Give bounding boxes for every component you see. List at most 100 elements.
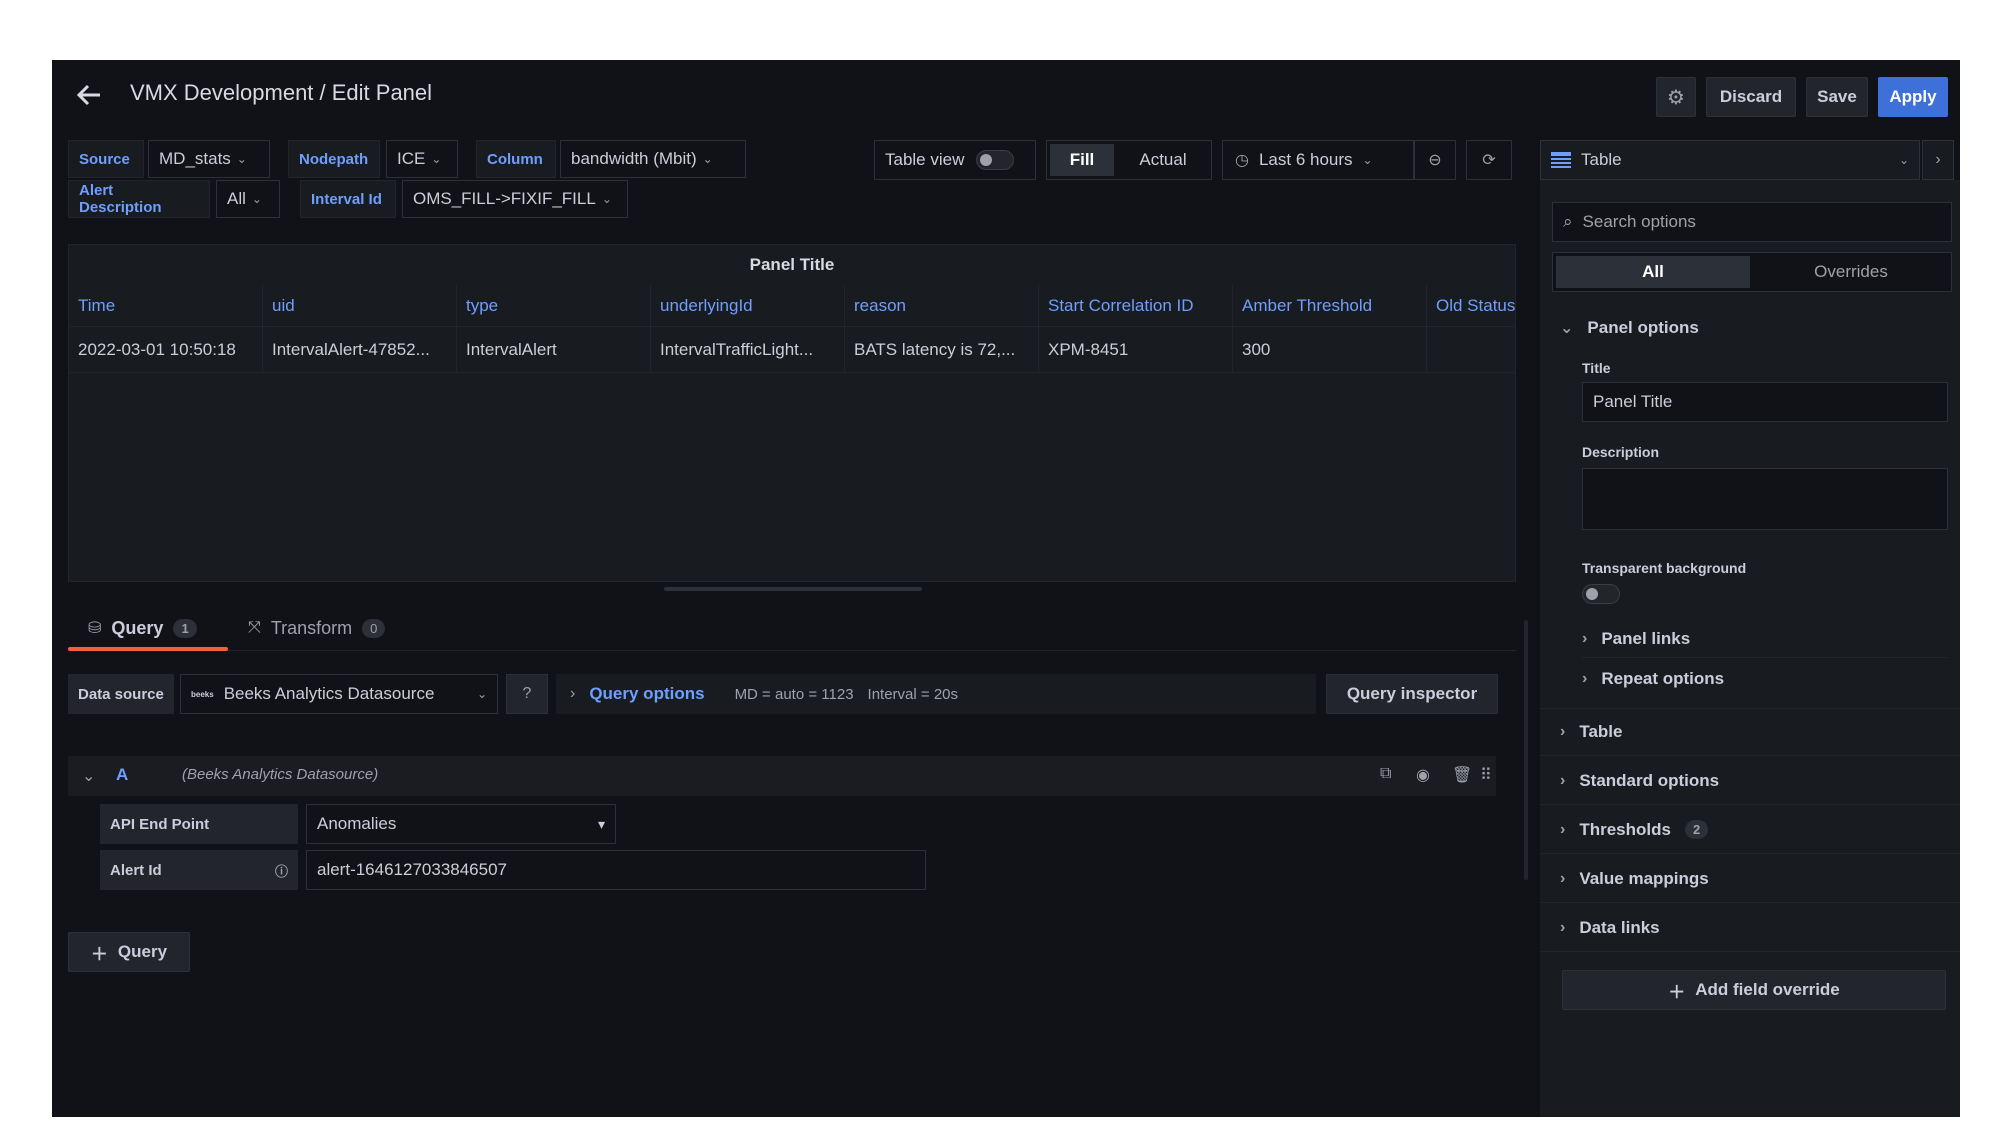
variable-select-source[interactable]: MD_stats ⌄ (148, 140, 270, 178)
variable-select-column[interactable]: bandwidth (Mbit) ⌄ (560, 140, 746, 178)
collapse-options-button[interactable]: › (1922, 140, 1954, 180)
beeks-logo-icon: beeks (191, 689, 214, 699)
back-arrow-icon[interactable] (74, 80, 104, 110)
trash-icon[interactable]: 🗑 (1452, 765, 1472, 785)
title-label: Title (1582, 360, 1611, 376)
visualization-picker[interactable]: Table ⌄ (1540, 140, 1920, 180)
chevron-right-icon: › (1582, 629, 1588, 647)
alert-id-input[interactable]: alert-1646127033846507 (306, 850, 926, 890)
actual-option[interactable]: Actual (1118, 144, 1208, 176)
zoom-out-icon: ⊖ (1428, 152, 1442, 169)
fill-option[interactable]: Fill (1050, 144, 1114, 176)
select-value: bandwidth (Mbit) (571, 149, 697, 168)
tab-label: Query (111, 617, 164, 638)
question-circle-icon: ? (522, 685, 532, 702)
table-cell: IntervalAlert (457, 327, 651, 372)
select-value: ICE (397, 149, 426, 168)
tabs-divider (68, 650, 1516, 651)
discard-button[interactable]: Discard (1706, 77, 1796, 117)
query-options-bar[interactable]: › Query options MD = auto = 1123 Interva… (556, 674, 1316, 714)
refresh-button[interactable]: ⟳ (1466, 140, 1512, 180)
apply-button[interactable]: Apply (1878, 77, 1948, 117)
table-cell: 300 (1233, 327, 1427, 372)
category-title: Panel links (1601, 628, 1691, 648)
column-header[interactable]: Start Correlation ID (1039, 285, 1233, 326)
tab-label: Transform (270, 617, 353, 638)
panel-title: Panel Title (749, 255, 835, 274)
table-cell: IntervalAlert-47852... (263, 327, 457, 372)
drag-handle-icon[interactable]: ⠿ (1480, 765, 1492, 785)
datasource-picker[interactable]: beeks Beeks Analytics Datasource ⌄ (180, 674, 498, 714)
toggle-switch[interactable] (976, 150, 1015, 170)
query-datasource-note: (Beeks Analytics Datasource) (182, 766, 379, 783)
gear-icon: ⚙ (1667, 86, 1685, 109)
section-standard-options[interactable]: › Standard options (1540, 757, 1960, 805)
tab-transform[interactable]: ⤧ Transform 0 (248, 608, 386, 648)
resize-handle[interactable] (664, 587, 922, 591)
panel-title-input[interactable]: Panel Title (1582, 382, 1948, 422)
variable-label-interval-id: Interval Id (300, 180, 396, 218)
table-row[interactable]: 2022-03-01 10:50:18 IntervalAlert-47852..… (69, 327, 1515, 373)
variable-select-interval-id[interactable]: OMS_FILL->FIXIF_FILL ⌄ (402, 180, 628, 218)
table-cell: IntervalTrafficLight... (651, 327, 845, 372)
table-view-toggle[interactable]: Table view (874, 140, 1036, 180)
column-header[interactable]: Amber Threshold (1233, 285, 1427, 326)
column-header[interactable]: type (457, 285, 651, 326)
section-panel-options[interactable]: ⌄ Panel options (1540, 304, 1960, 352)
info-icon[interactable]: ⓘ (275, 861, 288, 880)
description-textarea[interactable] (1582, 468, 1948, 530)
tab-query[interactable]: ⛁ Query 1 (88, 608, 197, 648)
chevron-right-icon: › (570, 685, 576, 702)
section-title: Value mappings (1579, 868, 1709, 888)
save-button[interactable]: Save (1806, 77, 1868, 117)
table-cell (1427, 327, 1515, 372)
column-header[interactable]: Old Status (1427, 285, 1515, 326)
eye-icon[interactable]: ◉ (1416, 765, 1430, 785)
search-icon: ⌕ (1563, 212, 1573, 231)
tab-all[interactable]: All (1556, 256, 1750, 288)
column-header[interactable]: uid (263, 285, 457, 326)
transparent-toggle[interactable] (1582, 584, 1620, 604)
transform-icon: ⤧ (248, 619, 261, 636)
search-options-input[interactable]: ⌕ Search options (1552, 202, 1952, 242)
chevron-down-icon: ⌄ (1362, 153, 1373, 167)
duplicate-icon[interactable]: ⧉ (1380, 765, 1391, 783)
search-placeholder: Search options (1582, 212, 1696, 231)
chevron-down-icon: ⌄ (251, 192, 262, 206)
tab-overrides[interactable]: Overrides (1754, 256, 1948, 288)
variable-select-alert-description[interactable]: All ⌄ (216, 180, 280, 218)
column-header[interactable]: reason (845, 285, 1039, 326)
repeat-options-category[interactable]: › Repeat options (1582, 660, 1948, 698)
alert-id-label: Alert Id (110, 861, 162, 879)
column-header[interactable]: underlyingId (651, 285, 845, 326)
variable-select-nodepath[interactable]: ICE ⌄ (386, 140, 458, 178)
chevron-down-icon: ⌄ (1898, 153, 1909, 167)
query-options-toggle[interactable]: Query options (589, 684, 704, 704)
add-field-override-button[interactable]: ＋ Add field override (1562, 970, 1946, 1010)
zoom-out-button[interactable]: ⊖ (1414, 140, 1456, 180)
add-query-button[interactable]: ＋ Query (68, 932, 190, 972)
time-range-value: Last 6 hours (1258, 150, 1353, 169)
add-query-label: Query (117, 942, 168, 961)
database-icon: ⛁ (88, 620, 102, 637)
chevron-down-icon: ⌄ (601, 192, 612, 206)
chevron-down-icon[interactable]: ⌄ (82, 766, 95, 786)
chevron-down-icon: ⌄ (1560, 320, 1574, 337)
query-inspector-button[interactable]: Query inspector (1326, 674, 1498, 714)
section-data-links[interactable]: › Data links (1540, 904, 1960, 952)
datasource-help-button[interactable]: ? (506, 674, 548, 714)
datasource-label: Data source (68, 674, 174, 714)
column-header[interactable]: Time (69, 285, 263, 326)
chevron-right-icon: › (1560, 723, 1566, 740)
editor-scrollbar[interactable] (1524, 620, 1528, 880)
chevron-right-icon: › (1560, 820, 1566, 838)
time-range-picker[interactable]: ◷ Last 6 hours ⌄ (1222, 140, 1414, 180)
section-value-mappings[interactable]: › Value mappings (1540, 855, 1960, 903)
section-table[interactable]: › Table (1540, 708, 1960, 756)
section-thresholds[interactable]: › Thresholds 2 (1540, 806, 1960, 854)
panel-links-category[interactable]: › Panel links (1582, 620, 1948, 658)
settings-gear-button[interactable]: ⚙ (1656, 77, 1696, 117)
query-ref-id[interactable]: A (116, 765, 128, 785)
query-row-header[interactable]: ⌄ A (Beeks Analytics Datasource) ⧉ ◉ 🗑 ⠿ (68, 756, 1496, 796)
api-endpoint-select[interactable]: Anomalies ▾ (306, 804, 616, 844)
